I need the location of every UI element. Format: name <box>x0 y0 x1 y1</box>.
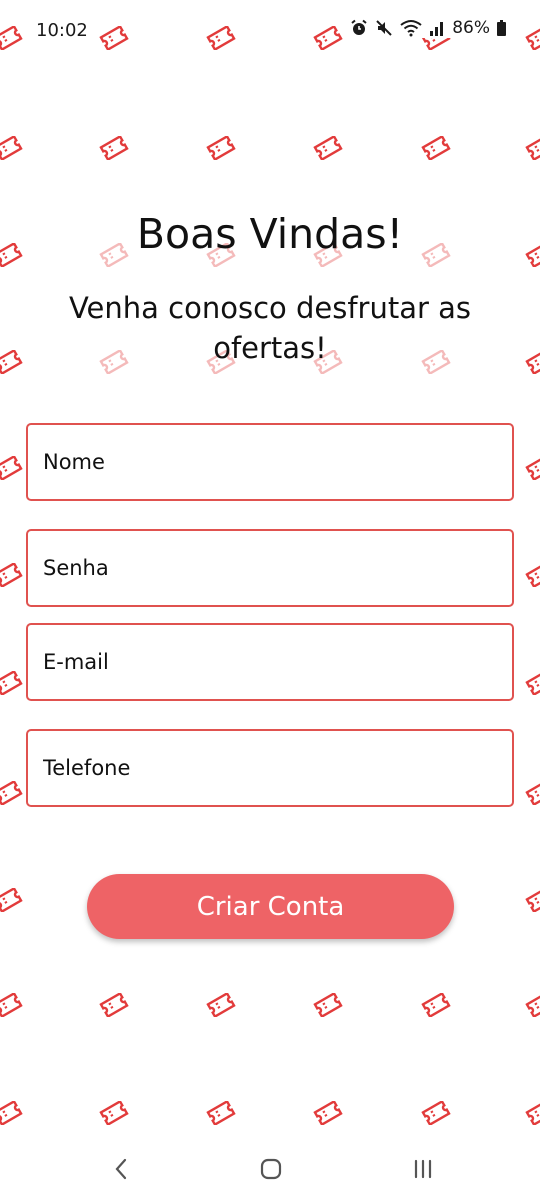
navigation-bar <box>0 1140 540 1200</box>
ticket-icon <box>421 1099 451 1127</box>
battery-icon <box>497 20 506 36</box>
welcome-title: Boas Vindas! <box>136 210 404 258</box>
ticket-icon <box>99 991 129 1019</box>
ticket-icon <box>99 1099 129 1127</box>
ticket-icon <box>206 134 236 162</box>
ticket-icon <box>525 991 540 1019</box>
signal-icon <box>429 19 445 37</box>
ticket-icon <box>0 454 23 482</box>
ticket-icon <box>0 886 23 914</box>
ticket-icon <box>525 779 540 807</box>
welcome-subtitle: Venha conosco desfrutar as ofertas! <box>68 291 472 365</box>
name-input[interactable] <box>26 423 514 501</box>
create-account-screen: 10:02 86% Boas Vindas! Venha conosco des… <box>0 0 540 1200</box>
ticket-icon <box>525 134 540 162</box>
phone-input[interactable] <box>26 729 514 807</box>
ticket-icon <box>525 1099 540 1127</box>
ticket-icon <box>0 669 23 697</box>
password-input[interactable] <box>26 529 514 607</box>
mute-icon <box>375 19 393 37</box>
ticket-icon <box>525 669 540 697</box>
wifi-icon <box>400 19 422 37</box>
ticket-icon <box>0 561 23 589</box>
status-icons: 86% <box>346 18 506 38</box>
battery-percentage: 86% <box>452 18 490 38</box>
ticket-icon <box>421 991 451 1019</box>
ticket-icon <box>0 1099 23 1127</box>
ticket-icon <box>525 348 540 376</box>
back-icon[interactable] <box>99 1154 143 1184</box>
ticket-icon <box>99 134 129 162</box>
ticket-icon <box>525 561 540 589</box>
alarm-icon <box>350 19 368 37</box>
ticket-icon <box>0 991 23 1019</box>
ticket-icon <box>0 348 23 376</box>
ticket-icon <box>525 454 540 482</box>
status-bar: 10:02 86% <box>0 0 540 62</box>
ticket-icon <box>313 134 343 162</box>
ticket-icon <box>313 991 343 1019</box>
ticket-icon <box>525 886 540 914</box>
status-time: 10:02 <box>36 20 88 41</box>
ticket-icon <box>0 779 23 807</box>
recent-apps-icon[interactable] <box>401 1154 445 1184</box>
ticket-icon <box>206 991 236 1019</box>
create-account-button[interactable]: Criar Conta <box>87 874 454 939</box>
ticket-icon <box>0 134 23 162</box>
ticket-icon <box>313 1099 343 1127</box>
home-icon[interactable] <box>249 1154 293 1184</box>
ticket-icon <box>206 1099 236 1127</box>
ticket-icon <box>421 134 451 162</box>
email-input[interactable] <box>26 623 514 701</box>
